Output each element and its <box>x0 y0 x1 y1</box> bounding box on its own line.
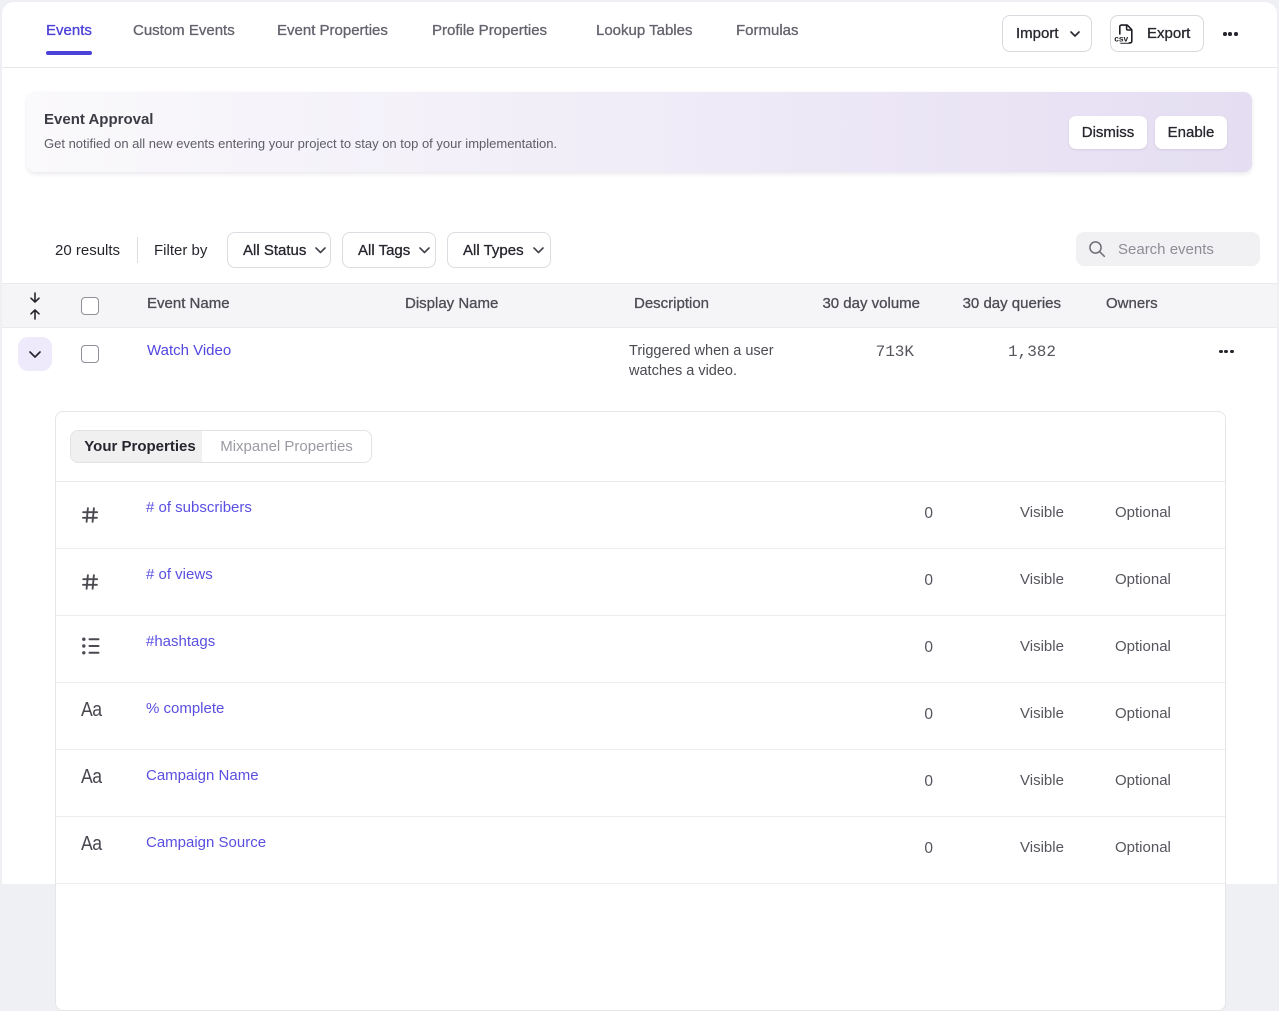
svg-text:csv: csv <box>1114 33 1128 43</box>
